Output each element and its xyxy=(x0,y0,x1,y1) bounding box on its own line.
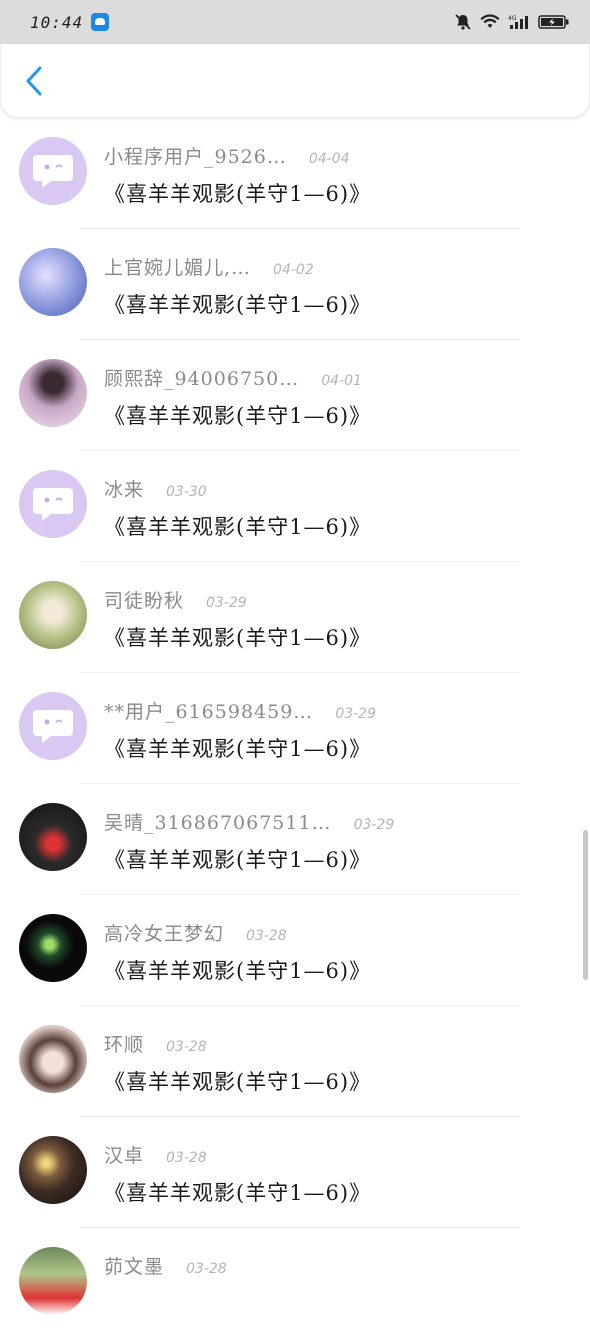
list-item[interactable]: 顾熙辞_94006750… 04-01 《喜羊羊观影(羊守1—6)》 xyxy=(0,340,590,451)
message-text: 《喜羊羊观影(羊守1—6)》 xyxy=(104,959,372,983)
user-name: 汉卓 xyxy=(104,1145,145,1167)
svg-text:4G: 4G xyxy=(508,15,517,22)
message-date: 03-29 xyxy=(335,706,376,722)
message-date: 03-30 xyxy=(166,484,207,500)
list-item[interactable]: 高冷女王梦幻 03-28 《喜羊羊观影(羊守1—6)》 xyxy=(0,895,590,1006)
status-time: 10:44 xyxy=(30,12,84,32)
message-text: 《喜羊羊观影(羊守1—6)》 xyxy=(104,404,372,428)
back-arrow-icon xyxy=(26,66,42,96)
user-name: **用户_616598459… xyxy=(104,701,314,723)
message-text: 《喜羊羊观影(羊守1—6)》 xyxy=(104,1070,372,1094)
chat-bubble-icon xyxy=(33,488,73,521)
message-date: 03-29 xyxy=(206,595,247,611)
message-date: 03-29 xyxy=(353,817,395,833)
message-date: 04-01 xyxy=(321,373,362,389)
user-name: 司徒盼秋 xyxy=(104,590,185,612)
message-date: 03-28 xyxy=(166,1039,207,1055)
message-text: 《喜羊羊观影(羊守1—6)》 xyxy=(104,182,372,206)
wifi-icon xyxy=(480,14,500,30)
user-name: 吴晴_316867067511… xyxy=(104,812,332,834)
list-item[interactable]: 汉卓 03-28 《喜羊羊观影(羊守1—6)》 xyxy=(0,1117,590,1228)
avatar[interactable] xyxy=(19,1247,87,1315)
list-item[interactable]: **用户_616598459… 03-29 《喜羊羊观影(羊守1—6)》 xyxy=(0,673,590,784)
list-item[interactable]: 环顺 03-28 《喜羊羊观影(羊守1—6)》 xyxy=(0,1006,590,1117)
message-date: 04-04 xyxy=(308,151,350,167)
message-text: 《喜羊羊观影(羊守1—6)》 xyxy=(104,293,372,317)
message-list: 小程序用户_9526… 04-04 《喜羊羊观影(羊守1—6)》 上官婉儿媚儿,…… xyxy=(0,118,590,1339)
message-date: 03-28 xyxy=(186,1261,227,1277)
back-button[interactable] xyxy=(19,64,49,98)
avatar[interactable] xyxy=(19,470,87,538)
user-name: 冰来 xyxy=(104,479,145,501)
message-text: 《喜羊羊观影(羊守1—6)》 xyxy=(104,626,372,650)
avatar[interactable] xyxy=(19,248,87,316)
signal-4g-icon: 4G xyxy=(508,14,530,30)
message-date: 04-02 xyxy=(273,262,314,278)
list-item[interactable]: 冰来 03-30 《喜羊羊观影(羊守1—6)》 xyxy=(0,451,590,562)
message-text: 《喜羊羊观影(羊守1—6)》 xyxy=(104,1181,372,1205)
message-text: 《喜羊羊观影(羊守1—6)》 xyxy=(104,848,372,872)
list-item[interactable]: 小程序用户_9526… 04-04 《喜羊羊观影(羊守1—6)》 xyxy=(0,118,590,229)
user-name: 高冷女王梦幻 xyxy=(104,923,225,945)
avatar[interactable] xyxy=(19,137,87,205)
message-date: 03-28 xyxy=(246,928,287,944)
battery-charging-icon xyxy=(538,14,570,30)
message-text: 《喜羊羊观影(羊守1—6)》 xyxy=(104,737,372,761)
user-name: 上官婉儿媚儿,… xyxy=(104,257,252,279)
list-item[interactable]: 吴晴_316867067511… 03-29 《喜羊羊观影(羊守1—6)》 xyxy=(0,784,590,895)
user-name: 茆文墨 xyxy=(104,1256,165,1278)
user-name: 小程序用户_9526… xyxy=(104,146,287,168)
list-item[interactable]: 茆文墨 03-28 xyxy=(0,1228,590,1339)
user-name: 顾熙辞_94006750… xyxy=(104,368,300,390)
user-name: 环顺 xyxy=(104,1034,145,1056)
weather-app-icon xyxy=(91,13,110,31)
message-text: 《喜羊羊观影(羊守1—6)》 xyxy=(104,515,372,539)
list-item[interactable]: 司徒盼秋 03-29 《喜羊羊观影(羊守1—6)》 xyxy=(0,562,590,673)
avatar[interactable] xyxy=(19,581,87,649)
avatar[interactable] xyxy=(19,359,87,427)
chat-bubble-icon xyxy=(33,710,73,743)
list-item[interactable]: 上官婉儿媚儿,… 04-02 《喜羊羊观影(羊守1—6)》 xyxy=(0,229,590,340)
mute-bell-icon xyxy=(454,13,472,31)
avatar[interactable] xyxy=(19,692,87,760)
chat-bubble-icon xyxy=(33,155,73,188)
message-date: 03-28 xyxy=(166,1150,207,1166)
avatar[interactable] xyxy=(19,1025,87,1093)
scrollbar[interactable] xyxy=(583,830,588,980)
status-bar: 10:44 4G xyxy=(0,0,590,44)
avatar[interactable] xyxy=(19,914,87,982)
avatar[interactable] xyxy=(19,803,87,871)
top-header xyxy=(0,44,590,118)
avatar[interactable] xyxy=(19,1136,87,1204)
